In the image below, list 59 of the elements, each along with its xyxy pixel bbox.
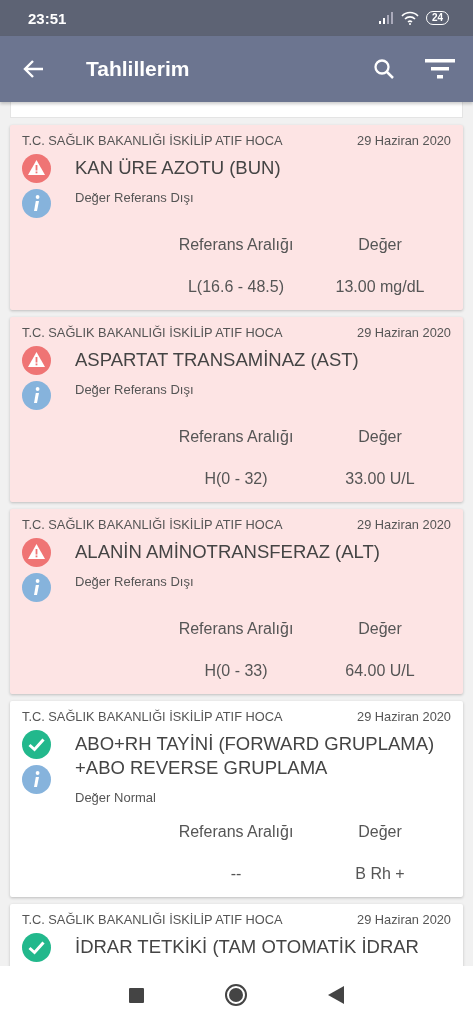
hospital-name: T.C. SAĞLIK BAKANLIĞI İSKİLİP ATIF HOCA — [22, 133, 283, 148]
table-cell: L(16.6 - 48.5) — [187, 278, 285, 296]
table-cell: H(0 - 32) — [204, 470, 268, 488]
info-icon — [22, 381, 51, 410]
warning-icon — [22, 538, 51, 567]
result-card[interactable]: T.C. SAĞLIK BAKANLIĞI İSKİLİP ATIF HOCA 29 Haziran 2020 İDRAR TETKİKİ (TAM OTOMATİK İDRAR — [10, 904, 463, 966]
column-header: Değer — [358, 428, 402, 446]
result-card[interactable]: T.C. SAĞLIK BAKANLIĞI İSKİLİP ATIF HOCA 29 Haziran 2020 ALANİN AMİNOTRANSFERAZ (ALT) Değer Referans Dışı Referans Aralığı Değer H(0 - 33) 64.00 U/L — [10, 509, 463, 694]
column-header: Değer — [358, 823, 402, 841]
result-status: Değer Referans Dışı — [75, 382, 195, 397]
result-date: 29 Haziran 2020 — [357, 912, 451, 927]
result-status: Değer Referans Dışı — [75, 574, 195, 589]
column-header: Referans Aralığı — [178, 823, 294, 841]
result-card[interactable]: T.C. SAĞLIK BAKANLIĞI İSKİLİP ATIF HOCA 29 Haziran 2020 ABO+RH TAYİNİ (FORWARD GRUPLAMA) +ABO REVERSE GRUPLAMA Değer Normal Referans Aralığı Değer -- B Rh + — [10, 701, 463, 897]
table-cell: 13.00 mg/dL — [335, 278, 425, 296]
recents-button[interactable] — [129, 987, 144, 1003]
test-name: ABO+RH TAYİNİ (FORWARD GRUPLAMA) +ABO REVERSE GRUPLAMA — [75, 732, 436, 780]
result-date: 29 Haziran 2020 — [357, 709, 451, 724]
result-date: 29 Haziran 2020 — [357, 517, 451, 532]
wifi-icon — [400, 11, 419, 25]
clock: 23:51 — [28, 9, 67, 27]
check-icon — [22, 933, 51, 962]
back-button[interactable] — [22, 59, 44, 79]
table-cell: 33.00 U/L — [345, 470, 415, 488]
column-header: Referans Aralığı — [178, 236, 294, 254]
info-icon — [22, 573, 51, 602]
info-icon — [22, 189, 51, 218]
result-date: 29 Haziran 2020 — [357, 133, 451, 148]
test-name: ASPARTAT TRANSAMİNAZ (AST) — [75, 348, 360, 372]
hospital-name: T.C. SAĞLIK BAKANLIĞI İSKİLİP ATIF HOCA — [22, 517, 283, 532]
hospital-name: T.C. SAĞLIK BAKANLIĞI İSKİLİP ATIF HOCA — [22, 325, 283, 340]
table-cell: -- — [230, 865, 242, 883]
test-name: KAN ÜRE AZOTU (BUN) — [75, 156, 282, 180]
screen-title: Tahlillerim — [86, 57, 191, 81]
result-status: Değer Normal — [75, 790, 157, 805]
search-button[interactable] — [373, 58, 395, 80]
home-button[interactable] — [224, 983, 248, 1007]
warning-icon — [22, 154, 51, 183]
hospital-name: T.C. SAĞLIK BAKANLIĞI İSKİLİP ATIF HOCA — [22, 912, 283, 927]
warning-icon — [22, 346, 51, 375]
test-name: ALANİN AMİNOTRANSFERAZ (ALT) — [75, 540, 381, 564]
column-header: Referans Aralığı — [178, 428, 294, 446]
table-cell: 64.00 U/L — [345, 662, 415, 680]
result-card[interactable]: T.C. SAĞLIK BAKANLIĞI İSKİLİP ATIF HOCA 29 Haziran 2020 ASPARTAT TRANSAMİNAZ (AST) Değer Referans Dışı Referans Aralığı Değer H(0 - 32) 33.00 U/L — [10, 317, 463, 502]
signal-icon — [377, 12, 394, 24]
table-cell: H(0 - 33) — [204, 662, 268, 680]
column-header: Referans Aralığı — [178, 620, 294, 638]
table-cell: B Rh + — [355, 865, 405, 883]
check-icon — [22, 730, 51, 759]
info-icon — [22, 765, 51, 794]
column-header: Değer — [358, 620, 402, 638]
result-card[interactable]: T.C. SAĞLIK BAKANLIĞI İSKİLİP ATIF HOCA 29 Haziran 2020 KAN ÜRE AZOTU (BUN) Değer Referans Dışı Referans Aralığı Değer L(16.6 - 48.5) 13.00 mg/dL — [10, 125, 463, 310]
filter-button[interactable] — [425, 58, 455, 80]
result-status: Değer Referans Dışı — [75, 190, 195, 205]
column-header: Değer — [358, 236, 402, 254]
back-button[interactable] — [328, 986, 344, 1004]
result-date: 29 Haziran 2020 — [357, 325, 451, 340]
hospital-name: T.C. SAĞLIK BAKANLIĞI İSKİLİP ATIF HOCA — [22, 709, 283, 724]
test-name: İDRAR TETKİKİ (TAM OTOMATİK İDRAR — [75, 935, 420, 959]
